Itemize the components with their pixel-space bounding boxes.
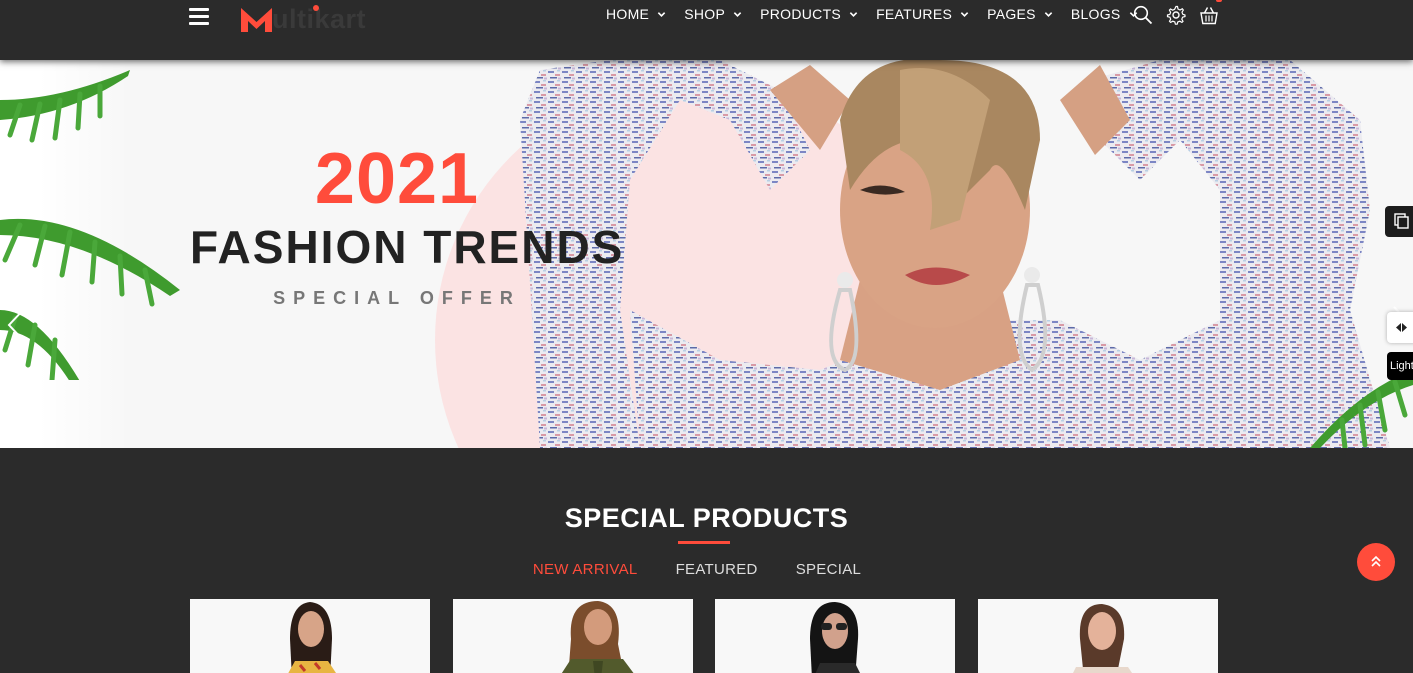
product-image <box>288 602 336 673</box>
tab-new-arrival[interactable]: NEW ARRIVAL <box>533 561 638 578</box>
cart-count-badge <box>1216 0 1222 2</box>
scroll-to-top-button[interactable] <box>1357 543 1395 581</box>
rtl-toggle-button[interactable] <box>1387 312 1413 343</box>
hero-model-image <box>520 60 1390 448</box>
nav-label: PRODUCTS <box>760 6 842 22</box>
hamburger-line <box>189 15 209 18</box>
nav-item-features[interactable]: FEATURES <box>876 6 969 22</box>
hamburger-line <box>189 22 209 25</box>
nav-item-shop[interactable]: SHOP <box>684 6 742 22</box>
nav-label: HOME <box>606 6 650 22</box>
palm-leaf-decoration <box>0 70 180 380</box>
section-title-underline <box>678 541 730 544</box>
gear-icon[interactable] <box>1166 5 1186 25</box>
nav-item-pages[interactable]: PAGES <box>987 6 1053 22</box>
nav-item-blogs[interactable]: BLOGS <box>1071 6 1138 22</box>
hamburger-line <box>189 8 209 11</box>
nav-label: BLOGS <box>1070 6 1121 22</box>
logo-text: ultikart <box>272 4 367 34</box>
section-title: SPECIAL PRODUCTS <box>564 503 849 533</box>
site-logo[interactable]: ultikart <box>241 4 367 34</box>
menu-toggle-button[interactable] <box>189 8 209 25</box>
nav-item-products[interactable]: PRODUCTS <box>760 6 858 22</box>
direction-arrows-icon <box>1396 323 1407 332</box>
chevron-down-icon <box>657 11 666 17</box>
double-chevron-up-icon <box>1371 555 1381 567</box>
product-tabs: NEW ARRIVAL FEATURED SPECIAL <box>0 561 1413 578</box>
theme-light-toggle[interactable]: Light <box>1387 352 1413 380</box>
hero-slider: 2021 FASHION TRENDS SPECIAL OFFER <box>0 60 1413 448</box>
product-card[interactable] <box>978 599 1218 673</box>
product-card[interactable] <box>190 599 430 673</box>
main-nav: HOME SHOP PRODUCTS FEATURES PAGES BLOGS <box>606 6 1156 22</box>
logo-dot <box>313 5 319 11</box>
chevron-down-icon <box>960 11 969 17</box>
search-icon[interactable] <box>1133 5 1153 25</box>
tab-special[interactable]: SPECIAL <box>796 561 861 578</box>
nav-label: SHOP <box>684 6 726 22</box>
product-card[interactable] <box>453 599 693 673</box>
site-header: ultikart HOME SHOP PRODUCTS FEATURES PAG… <box>0 0 1413 60</box>
product-card[interactable] <box>715 599 955 673</box>
chevron-down-icon <box>733 11 742 17</box>
logo-m-mark <box>241 8 272 32</box>
hero-year: 2021 <box>314 139 480 219</box>
chevron-down-icon <box>849 11 858 17</box>
hero-subtitle: SPECIAL OFFER <box>273 288 521 308</box>
product-image <box>810 602 860 673</box>
hero-title: FASHION TRENDS <box>190 221 625 273</box>
copy-icon <box>1394 213 1409 229</box>
cart-icon[interactable] <box>1199 5 1219 25</box>
layout-switch-button[interactable] <box>1385 206 1413 237</box>
slider-prev-arrow-icon[interactable] <box>6 305 28 345</box>
product-image <box>1073 604 1132 673</box>
nav-item-home[interactable]: HOME <box>606 6 666 22</box>
tab-featured[interactable]: FEATURED <box>676 561 758 578</box>
nav-label: FEATURES <box>876 6 953 22</box>
nav-label: PAGES <box>987 6 1036 22</box>
chevron-down-icon <box>1044 11 1053 17</box>
product-image <box>561 601 634 673</box>
